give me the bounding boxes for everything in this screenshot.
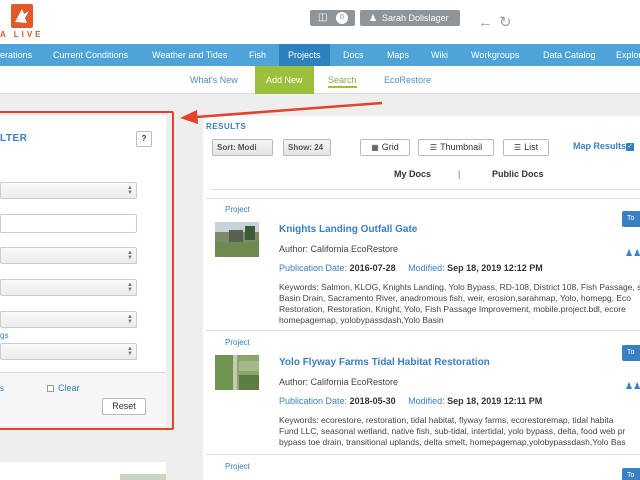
card-type-label: Project (225, 205, 250, 214)
map-preview-panel (0, 462, 166, 480)
keywords-line: bypass toe drain, transitional uplands, … (279, 437, 626, 447)
results-heading: RESULTS (206, 122, 247, 131)
card-keywords: Keywords: Salmon, KLOG, Knights Landing,… (279, 282, 640, 326)
modified-label: Modified: (408, 263, 445, 273)
grid-view-button[interactable]: ▦ Grid (360, 139, 410, 156)
card-divider (206, 454, 640, 455)
tools-button[interactable]: To (622, 345, 640, 361)
card-keywords: Keywords: ecorestore, restoration, tidal… (279, 415, 640, 448)
tools-button[interactable]: To (622, 468, 640, 480)
show-count-select[interactable]: Show: 24 (283, 139, 331, 156)
modified-value: Sep 18, 2019 12:12 PM (447, 263, 543, 273)
grid-label: Grid (381, 142, 399, 152)
publication-date-value: 2018-05-30 (349, 396, 396, 406)
tab-add-new[interactable]: Add New (255, 66, 314, 94)
map-results-label[interactable]: Map Results (573, 141, 626, 151)
publication-date-value: 2016-07-28 (349, 263, 396, 273)
nav-item-maps[interactable]: Maps (387, 44, 409, 66)
tab-public-docs[interactable]: Public Docs (492, 169, 544, 179)
nav-item-explore[interactable]: Explor (616, 44, 640, 66)
list-view-button[interactable]: ☰ List (503, 139, 549, 156)
top-header: A LIVE ◫ 0 ♟ Sarah Dolislager ← ↻ (0, 0, 640, 44)
main-nav: erations Current Conditions Weather and … (0, 44, 640, 66)
thumbnail-label: Thumbnail (440, 142, 483, 152)
thumbnail-list-icon: ☰ (429, 143, 438, 152)
logo[interactable] (11, 4, 33, 28)
keywords-line: Restoration, Restoration, Knight, Yolo, … (279, 304, 626, 314)
user-icon: ♟ (369, 13, 378, 23)
nav-item-projects[interactable]: Projects (279, 44, 330, 66)
tools-button[interactable]: To (622, 211, 640, 227)
cart-button[interactable]: ◫ 0 (310, 10, 355, 26)
card-title-link[interactable]: Knights Landing Outfall Gate (279, 224, 417, 235)
card-type-label: Project (225, 462, 250, 471)
keywords-line: Keywords: ecorestore, restoration, tidal… (279, 415, 614, 425)
nav-item-workgroups[interactable]: Workgroups (471, 44, 519, 66)
keywords-line: Basin Drain, Sacramento River, anadromou… (279, 293, 631, 303)
card-title-link[interactable]: Yolo Flyway Farms Tidal Habitat Restorat… (279, 357, 490, 368)
tab-search[interactable]: Search (328, 66, 357, 94)
nav-item-current-conditions[interactable]: Current Conditions (53, 44, 128, 66)
map-results-checkbox[interactable]: ✓ (626, 143, 634, 151)
sort-select[interactable]: Sort: Modi (212, 139, 273, 156)
refresh-icon[interactable]: ↻ (499, 15, 512, 30)
nav-item-wiki[interactable]: Wiki (431, 44, 448, 66)
tab-separator: | (458, 169, 461, 179)
list-icon: ☰ (513, 143, 522, 152)
card-divider (206, 330, 640, 331)
user-menu-button[interactable]: ♟ Sarah Dolislager (360, 10, 460, 26)
list-label: List (524, 142, 539, 152)
back-arrow-icon[interactable]: ← (478, 15, 493, 30)
nav-item-operations[interactable]: erations (0, 44, 32, 66)
keywords-line: homepagemap, yolobypassdash,Yolo Basin (279, 315, 444, 325)
logo-text: A LIVE (0, 30, 44, 39)
nav-item-docs[interactable]: Docs (343, 44, 364, 66)
sub-nav: What's New Add New Search EcoRestore (0, 66, 640, 94)
modified-value: Sep 18, 2019 12:11 PM (447, 396, 543, 406)
cart-count: 0 (336, 12, 348, 24)
card-author: Author: California EcoRestore (279, 377, 399, 387)
highlight-box (0, 111, 174, 430)
tab-my-docs[interactable]: My Docs (394, 169, 431, 179)
people-icon[interactable]: ♟♟ (625, 248, 640, 259)
tab-whats-new[interactable]: What's New (190, 66, 238, 94)
publication-date-label: Publication Date: (279, 263, 348, 273)
project-thumbnail-image[interactable] (215, 355, 259, 390)
keywords-line: Fund LLC, seasonal wetland, native fish,… (279, 426, 626, 436)
project-thumbnail-image[interactable] (215, 222, 259, 257)
card-dates: Publication Date: 2018-05-30 Modified: S… (279, 396, 542, 406)
grid-icon: ▦ (371, 143, 379, 152)
card-author: Author: California EcoRestore (279, 244, 399, 254)
publication-date-label: Publication Date: (279, 396, 348, 406)
thumbnail-view-button[interactable]: ☰ Thumbnail (418, 139, 494, 156)
modified-label: Modified: (408, 396, 445, 406)
card-divider (206, 198, 640, 199)
user-name: Sarah Dolislager (382, 13, 449, 23)
nav-item-data-catalog[interactable]: Data Catalog (543, 44, 596, 66)
card-type-label: Project (225, 338, 250, 347)
card-dates: Publication Date: 2016-07-28 Modified: S… (279, 263, 543, 273)
map-thumbnail[interactable] (120, 474, 166, 480)
nav-item-fish[interactable]: Fish (249, 44, 266, 66)
people-icon[interactable]: ♟♟ (625, 381, 640, 392)
cart-icon: ◫ (318, 12, 328, 23)
nav-item-weather-tides[interactable]: Weather and Tides (152, 44, 227, 66)
tab-ecorestore[interactable]: EcoRestore (384, 66, 431, 94)
keywords-line: Keywords: Salmon, KLOG, Knights Landing,… (279, 282, 640, 292)
tabs-divider (212, 189, 640, 190)
bird-logo-icon (15, 9, 29, 23)
